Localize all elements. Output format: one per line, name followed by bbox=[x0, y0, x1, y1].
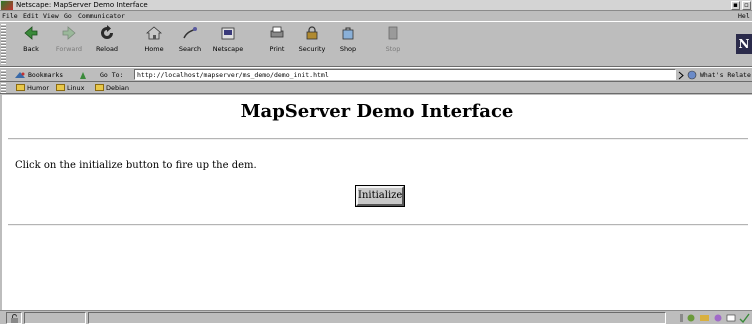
discussions-icon bbox=[714, 314, 722, 322]
menu-help[interactable]: Hel bbox=[738, 11, 750, 21]
url-dropdown-icon[interactable] bbox=[678, 71, 684, 80]
whats-related-icon bbox=[687, 70, 697, 80]
location-grip[interactable] bbox=[1, 70, 6, 80]
component-icons bbox=[680, 313, 750, 323]
netscape-icon bbox=[221, 27, 235, 40]
home-icon bbox=[146, 26, 162, 40]
netscape-throbber-logo[interactable]: N bbox=[736, 34, 752, 54]
shop-button[interactable]: Shop bbox=[336, 25, 360, 63]
netscape-button[interactable]: Netscape bbox=[208, 25, 248, 63]
bookmark-icon bbox=[15, 72, 25, 78]
shopping-bag-icon bbox=[342, 27, 354, 40]
whats-related-button[interactable]: What's Relate bbox=[700, 68, 751, 82]
title-bar: Netscape: MapServer Demo Interface ▪ ▫ bbox=[0, 0, 752, 11]
menu-edit[interactable]: Edit bbox=[23, 11, 39, 21]
page-title: MapServer Demo Interface bbox=[240, 101, 514, 122]
folder-label: Humor bbox=[27, 84, 49, 92]
lock-icon bbox=[306, 26, 318, 40]
security-label: Security bbox=[298, 45, 326, 53]
reload-button[interactable]: Reload bbox=[92, 25, 122, 63]
bookmark-folder-linux[interactable]: Linux bbox=[56, 82, 85, 94]
component-bar bbox=[678, 312, 752, 324]
forward-label: Forward bbox=[55, 45, 83, 53]
print-button[interactable]: Print bbox=[264, 25, 290, 63]
print-label: Print bbox=[269, 45, 285, 53]
back-arrow-icon bbox=[24, 26, 38, 40]
bookmark-folder-humor[interactable]: Humor bbox=[16, 82, 49, 94]
page-proxy-icon[interactable] bbox=[78, 71, 88, 80]
folder-icon bbox=[95, 84, 104, 91]
bookmarks-button[interactable]: Bookmarks bbox=[28, 68, 63, 82]
horizontal-rule bbox=[8, 138, 748, 140]
toolbar-grip[interactable] bbox=[1, 24, 6, 64]
menu-bar: File Edit View Go Communicator Hel bbox=[0, 11, 752, 21]
menu-view[interactable]: View bbox=[43, 11, 59, 21]
folder-label: Debian bbox=[106, 84, 130, 92]
check-icon bbox=[739, 313, 750, 323]
shop-label: Shop bbox=[339, 45, 357, 53]
forward-arrow-icon bbox=[62, 26, 76, 40]
folder-icon bbox=[56, 84, 65, 91]
stop-button[interactable]: Stop bbox=[382, 25, 404, 63]
navigator-icon bbox=[687, 314, 695, 322]
progress-bar bbox=[24, 312, 86, 324]
status-text bbox=[88, 312, 666, 324]
forward-button[interactable]: Forward bbox=[52, 25, 86, 63]
search-label: Search bbox=[178, 45, 202, 53]
url-input[interactable]: http://localhost/mapserver/ms_demo/demo_… bbox=[134, 69, 676, 80]
location-bar: Bookmarks Go To: http://localhost/mapser… bbox=[0, 67, 752, 82]
personal-toolbar: Humor Linux Debian bbox=[0, 82, 752, 94]
menu-file[interactable]: File bbox=[2, 11, 18, 21]
navigation-toolbar: Back Forward Reload Home Search Netscape… bbox=[0, 21, 752, 67]
netscape-label: Netscape bbox=[212, 45, 244, 53]
initialize-button[interactable]: Initialize bbox=[355, 185, 405, 207]
search-icon bbox=[183, 27, 197, 39]
minimize-button[interactable]: ▪ bbox=[731, 1, 740, 10]
security-indicator[interactable] bbox=[6, 312, 22, 324]
personal-grip[interactable] bbox=[1, 83, 6, 93]
bookmark-folder-debian[interactable]: Debian bbox=[95, 82, 129, 94]
window-menu-icon[interactable] bbox=[1, 1, 13, 10]
folder-icon bbox=[16, 84, 25, 91]
horizontal-rule bbox=[8, 224, 748, 226]
status-bar bbox=[0, 310, 752, 324]
logo-letter: N bbox=[738, 37, 750, 51]
security-button[interactable]: Security bbox=[296, 25, 328, 63]
reload-icon bbox=[101, 25, 113, 39]
home-label: Home bbox=[144, 45, 164, 53]
instruction-text: Click on the initialize button to fire u… bbox=[15, 160, 257, 171]
close-button[interactable]: ▫ bbox=[742, 1, 751, 10]
back-label: Back bbox=[23, 45, 39, 53]
home-button[interactable]: Home bbox=[140, 25, 168, 63]
window-title: Netscape: MapServer Demo Interface bbox=[16, 1, 148, 9]
composer-icon bbox=[726, 314, 736, 322]
page-content: MapServer Demo Interface Click on the in… bbox=[2, 95, 752, 310]
reload-label: Reload bbox=[95, 45, 119, 53]
menu-communicator[interactable]: Communicator bbox=[78, 11, 125, 21]
stop-icon bbox=[388, 26, 398, 40]
search-button[interactable]: Search bbox=[174, 25, 206, 63]
menu-go[interactable]: Go bbox=[64, 11, 72, 21]
mail-icon bbox=[700, 315, 709, 321]
back-button[interactable]: Back bbox=[16, 25, 46, 63]
stop-label: Stop bbox=[385, 45, 401, 53]
padlock-icon bbox=[11, 314, 18, 323]
goto-label: Go To: bbox=[100, 71, 124, 79]
printer-icon bbox=[270, 26, 284, 38]
folder-label: Linux bbox=[67, 84, 85, 92]
